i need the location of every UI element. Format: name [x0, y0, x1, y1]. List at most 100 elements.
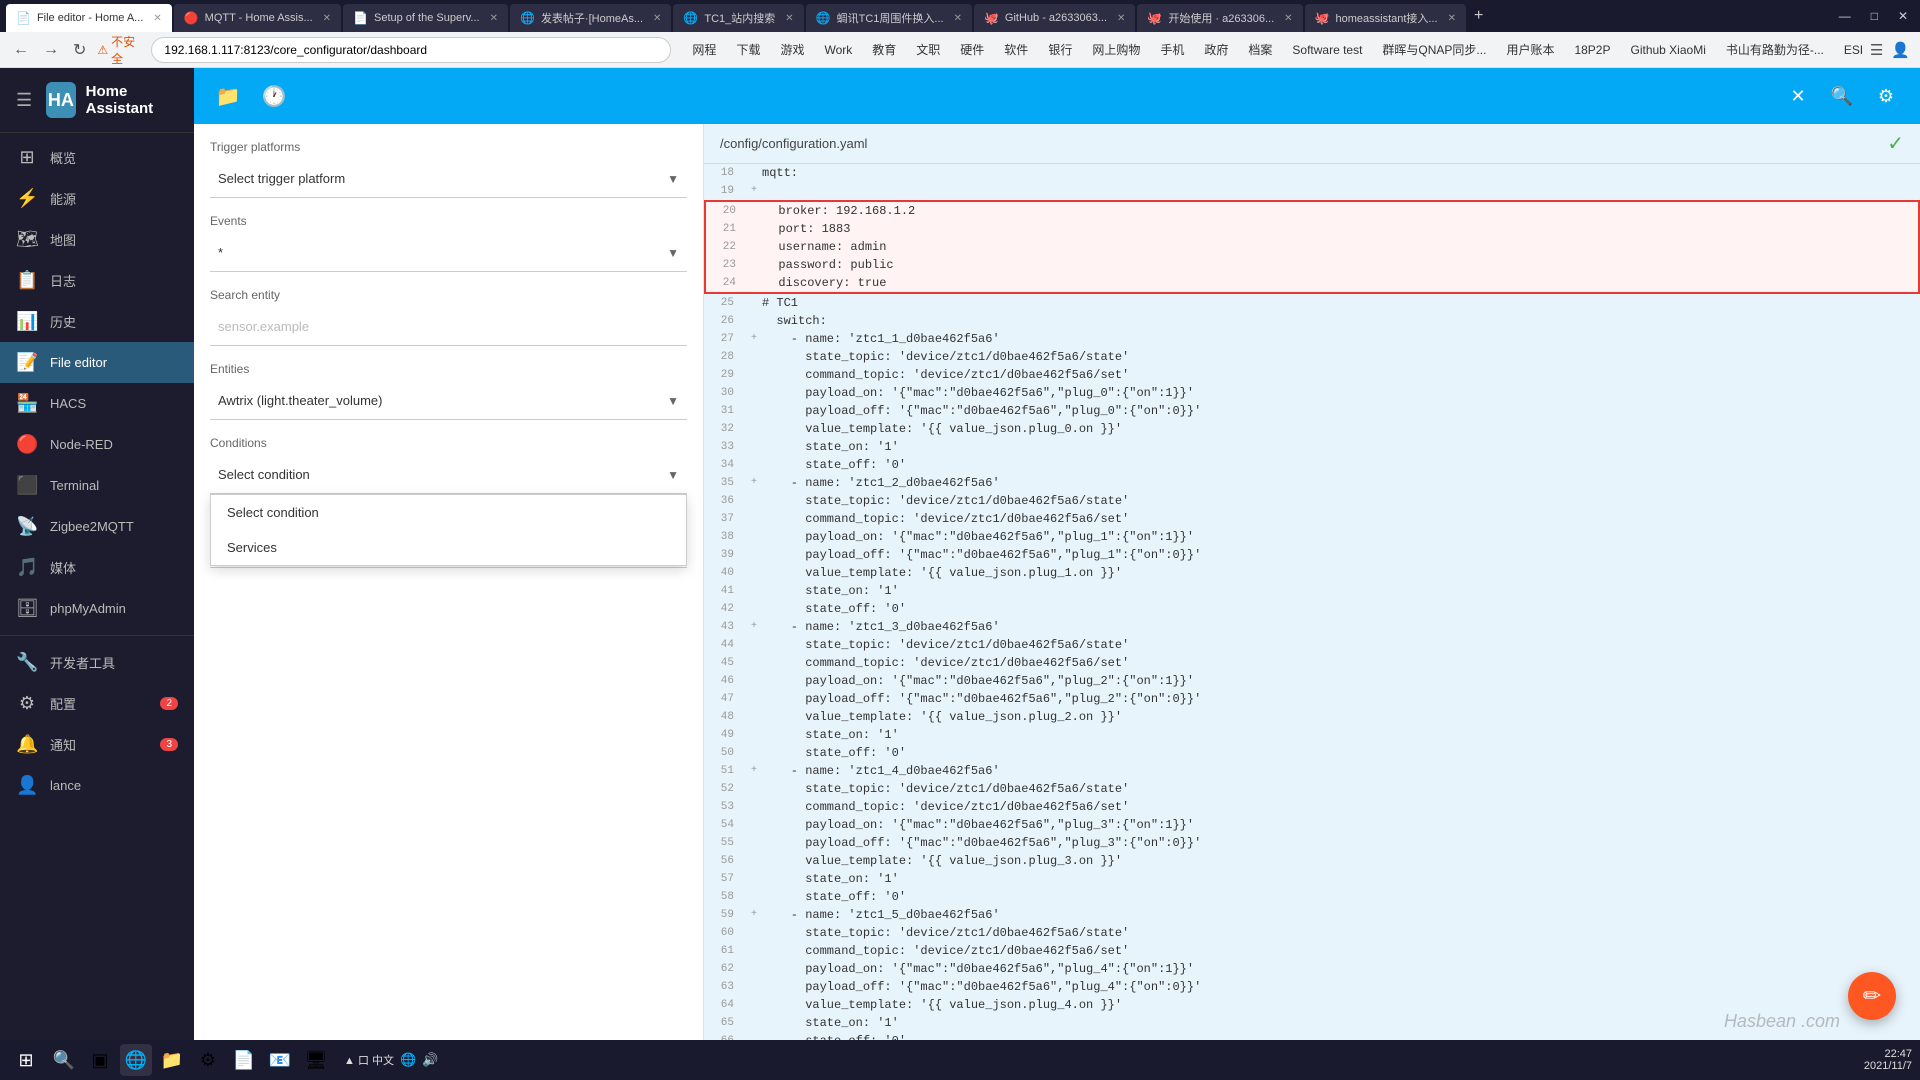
- line-content-61[interactable]: command_topic: 'device/ztc1/d0bae462f5a6…: [762, 942, 1920, 960]
- line-content-43[interactable]: - name: 'ztc1_3_d0bae462f5a6': [762, 618, 1920, 636]
- reload-button[interactable]: ↻: [70, 40, 89, 60]
- sidebar-item-node-red[interactable]: 🔴 Node-RED: [0, 424, 194, 465]
- line-content-32[interactable]: value_template: '{{ value_json.plug_0.on…: [762, 420, 1920, 438]
- line-content-45[interactable]: command_topic: 'device/ztc1/d0bae462f5a6…: [762, 654, 1920, 672]
- sidebar-item-terminal[interactable]: ⬛ Terminal: [0, 465, 194, 506]
- sidebar-item-history[interactable]: 📊 历史: [0, 301, 194, 342]
- bookmark-github-xiaomi[interactable]: Github XiaoMi: [1623, 41, 1712, 59]
- bookmark---[interactable]: 硬件: [953, 39, 991, 60]
- bookmark-work[interactable]: Work: [817, 41, 859, 59]
- line-content-23[interactable]: password: public: [764, 256, 1918, 274]
- bookmark-software-test[interactable]: Software test: [1285, 41, 1369, 59]
- bookmark---[interactable]: 教育: [865, 39, 903, 60]
- dropdown-item-select-condition[interactable]: Select condition: [211, 495, 686, 530]
- browser-tab-tab5[interactable]: 🌐TC1_站内搜索✕: [673, 4, 803, 32]
- mail-icon[interactable]: 📧: [264, 1044, 296, 1076]
- settings-button[interactable]: ⚙: [1868, 78, 1904, 114]
- line-content-26[interactable]: switch:: [762, 312, 1920, 330]
- bookmark---[interactable]: 档案: [1241, 39, 1279, 60]
- bookmark-esphome---esp---[interactable]: ESPHome — ESP...: [1837, 41, 1862, 59]
- menu-icon[interactable]: ☰: [16, 90, 32, 111]
- line-content-24[interactable]: discovery: true: [764, 274, 1918, 292]
- bookmark-----[interactable]: 网上购物: [1085, 39, 1147, 60]
- bookmark---[interactable]: 软件: [997, 39, 1035, 60]
- browser-tab-tab8[interactable]: 🐙开始使用 · a263306...✕: [1137, 4, 1302, 32]
- sidebar-item-devtools[interactable]: 🔧 开发者工具: [0, 642, 194, 683]
- sidebar-item-user[interactable]: 👤 lance: [0, 765, 194, 806]
- line-content-25[interactable]: # TC1: [762, 294, 1920, 312]
- line-content-48[interactable]: value_template: '{{ value_json.plug_2.on…: [762, 708, 1920, 726]
- sidebar-item-map[interactable]: 🗺 地图: [0, 219, 194, 260]
- line-content-28[interactable]: state_topic: 'device/ztc1/d0bae462f5a6/s…: [762, 348, 1920, 366]
- line-content-21[interactable]: port: 1883: [764, 220, 1918, 238]
- line-content-52[interactable]: state_topic: 'device/ztc1/d0bae462f5a6/s…: [762, 780, 1920, 798]
- bookmark---[interactable]: 手机: [1153, 39, 1191, 60]
- close-button[interactable]: ✕: [1892, 9, 1914, 23]
- line-content-47[interactable]: payload_off: '{"mac":"d0bae462f5a6","plu…: [762, 690, 1920, 708]
- line-content-20[interactable]: broker: 192.168.1.2: [764, 202, 1918, 220]
- bookmark---[interactable]: 下载: [729, 39, 767, 60]
- bookmark---[interactable]: 游戏: [773, 39, 811, 60]
- sidebar-item-settings[interactable]: ⚙ 配置2: [0, 683, 194, 724]
- events-select[interactable]: *: [210, 234, 687, 272]
- minimize-button[interactable]: —: [1833, 9, 1857, 23]
- settings-taskbar-icon[interactable]: ⚙: [192, 1044, 224, 1076]
- line-content-62[interactable]: payload_on: '{"mac":"d0bae462f5a6","plug…: [762, 960, 1920, 978]
- task-view-icon[interactable]: ▣: [84, 1044, 116, 1076]
- sidebar-item-file-editor[interactable]: 📝 File editor: [0, 342, 194, 383]
- line-content-50[interactable]: state_off: '0': [762, 744, 1920, 762]
- line-content-44[interactable]: state_topic: 'device/ztc1/d0bae462f5a6/s…: [762, 636, 1920, 654]
- line-content-54[interactable]: payload_on: '{"mac":"d0bae462f5a6","plug…: [762, 816, 1920, 834]
- bookmark---[interactable]: 政府: [1197, 39, 1235, 60]
- line-content-22[interactable]: username: admin: [764, 238, 1918, 256]
- bookmark---[interactable]: 银行: [1041, 39, 1079, 60]
- sidebar-item-hacs[interactable]: 🏪 HACS: [0, 383, 194, 424]
- line-content-30[interactable]: payload_on: '{"mac":"d0bae462f5a6","plug…: [762, 384, 1920, 402]
- new-tab-button[interactable]: +: [1470, 7, 1487, 25]
- line-content-37[interactable]: command_topic: 'device/ztc1/d0bae462f5a6…: [762, 510, 1920, 528]
- line-content-38[interactable]: payload_on: '{"mac":"d0bae462f5a6","plug…: [762, 528, 1920, 546]
- code-editor[interactable]: 18 mqtt: 19 + 20 broker: 192.168.1.2 21 …: [704, 164, 1920, 1050]
- close-button[interactable]: ✕: [1780, 78, 1816, 114]
- line-content-19[interactable]: [762, 182, 1920, 200]
- address-input[interactable]: [151, 37, 671, 63]
- line-content-41[interactable]: state_on: '1': [762, 582, 1920, 600]
- line-content-40[interactable]: value_template: '{{ value_json.plug_1.on…: [762, 564, 1920, 582]
- line-content-39[interactable]: payload_off: '{"mac":"d0bae462f5a6","plu…: [762, 546, 1920, 564]
- browser-tab-tab1[interactable]: 📄File editor - Home A...✕: [6, 4, 172, 32]
- conditions-select[interactable]: Select condition: [210, 456, 687, 494]
- bookmark---[interactable]: 网程: [685, 39, 723, 60]
- line-content-59[interactable]: - name: 'ztc1_5_d0bae462f5a6': [762, 906, 1920, 924]
- forward-button[interactable]: →: [40, 41, 62, 59]
- start-button[interactable]: ⊞: [8, 1042, 44, 1078]
- history-button[interactable]: 🕐: [256, 78, 292, 114]
- line-content-27[interactable]: - name: 'ztc1_1_d0bae462f5a6': [762, 330, 1920, 348]
- trigger-select[interactable]: Select trigger platform: [210, 160, 687, 198]
- line-content-36[interactable]: state_topic: 'device/ztc1/d0bae462f5a6/s…: [762, 492, 1920, 510]
- sidebar-item-phpmyadmin[interactable]: 🗄 phpMyAdmin: [0, 588, 194, 629]
- line-content-51[interactable]: - name: 'ztc1_4_d0bae462f5a6': [762, 762, 1920, 780]
- browser-tab-tab2[interactable]: 🔴MQTT - Home Assis...✕: [174, 4, 341, 32]
- line-content-55[interactable]: payload_off: '{"mac":"d0bae462f5a6","plu…: [762, 834, 1920, 852]
- profile-icon[interactable]: 👤: [1891, 41, 1910, 59]
- line-content-63[interactable]: payload_off: '{"mac":"d0bae462f5a6","plu…: [762, 978, 1920, 996]
- files-icon[interactable]: 📄: [228, 1044, 260, 1076]
- entities-select[interactable]: Awtrix (light.theater_volume): [210, 382, 687, 420]
- extensions-icon[interactable]: ☰: [1870, 41, 1883, 59]
- browser-tab-tab4[interactable]: 🌐发表帖子·[HomeAs...✕: [510, 4, 671, 32]
- line-content-57[interactable]: state_on: '1': [762, 870, 1920, 888]
- bookmark---[interactable]: 文职: [909, 39, 947, 60]
- search-button[interactable]: 🔍: [1824, 78, 1860, 114]
- line-content-46[interactable]: payload_on: '{"mac":"d0bae462f5a6","plug…: [762, 672, 1920, 690]
- line-content-56[interactable]: value_template: '{{ value_json.plug_3.on…: [762, 852, 1920, 870]
- chrome-icon[interactable]: 🌐: [120, 1044, 152, 1076]
- line-content-35[interactable]: - name: 'ztc1_2_d0bae462f5a6': [762, 474, 1920, 492]
- folder-button[interactable]: 📁: [210, 78, 246, 114]
- sidebar-item-overview[interactable]: ⊞ 概览: [0, 137, 194, 178]
- line-content-49[interactable]: state_on: '1': [762, 726, 1920, 744]
- browser-tab-tab7[interactable]: 🐙GitHub - a2633063...✕: [974, 4, 1135, 32]
- bookmark----qnap-----[interactable]: 群晖与QNAP同步...: [1375, 39, 1493, 60]
- search-entity-input[interactable]: [210, 308, 687, 346]
- sidebar-item-media[interactable]: 🎵 媒体: [0, 547, 194, 588]
- line-content-42[interactable]: state_off: '0': [762, 600, 1920, 618]
